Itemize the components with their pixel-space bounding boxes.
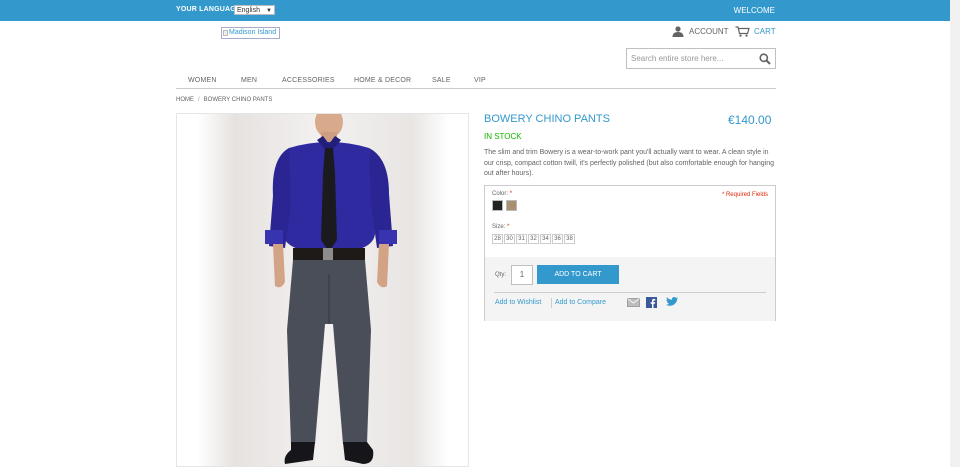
nav-item-vip[interactable]: VIP: [474, 77, 486, 84]
product-name: BOWERY CHINO PANTS: [484, 113, 610, 125]
required-fields-note: * Required Fields: [721, 192, 768, 198]
size-label: Size: *: [492, 224, 510, 230]
size-option-31[interactable]: 31: [516, 234, 527, 244]
color-swatch-black[interactable]: [492, 200, 503, 211]
email-icon[interactable]: [627, 298, 640, 307]
divider: [494, 292, 766, 293]
user-icon: [672, 26, 684, 37]
breadcrumb-current: BOWERY CHINO PANTS: [203, 97, 273, 103]
facebook-icon[interactable]: [646, 297, 657, 308]
breadcrumb-separator: /: [198, 97, 200, 103]
size-options: 28 30 31 32 34 36 38: [492, 234, 576, 244]
add-to-cart-button[interactable]: ADD TO CART: [537, 265, 619, 284]
cart-label: CART: [754, 27, 776, 36]
cart-link[interactable]: CART: [735, 26, 776, 37]
language-select[interactable]: English ▼: [234, 5, 275, 15]
twitter-icon[interactable]: [666, 297, 678, 307]
color-swatch-tan[interactable]: [506, 200, 517, 211]
product-description: The slim and trim Bowery is a wear-to-wo…: [484, 149, 775, 177]
nav-item-sale[interactable]: SALE: [432, 77, 451, 84]
welcome-message: WELCOME: [733, 6, 775, 15]
product-image[interactable]: [176, 113, 469, 467]
page-scrollbar[interactable]: [950, 0, 960, 467]
cart-icon: [735, 26, 750, 37]
language-selected: English: [237, 7, 260, 14]
nav-item-men[interactable]: MEN: [241, 77, 257, 84]
size-option-34[interactable]: 34: [540, 234, 551, 244]
chevron-down-icon: ▼: [266, 8, 272, 14]
add-to-wishlist-link[interactable]: Add to Wishlist: [495, 299, 541, 306]
size-option-30[interactable]: 30: [504, 234, 515, 244]
account-link[interactable]: ACCOUNT: [672, 26, 729, 37]
availability-status: IN STOCK: [484, 132, 522, 141]
color-label: Color: *: [492, 191, 513, 197]
logo-alt-text: Madison Island: [229, 29, 277, 36]
store-logo[interactable]: Madison Island: [221, 27, 280, 39]
search-input[interactable]: Search entire store here...: [626, 48, 776, 69]
breadcrumb-home[interactable]: HOME: [176, 97, 194, 103]
broken-image-icon: [223, 30, 228, 36]
qty-input[interactable]: 1: [511, 265, 533, 285]
top-bar: YOUR LANGUAGE English ▼ WELCOME: [0, 0, 950, 21]
add-to-cart-box: Qty: 1 ADD TO CART Add to Wishlist Add t…: [485, 257, 775, 321]
language-label: YOUR LANGUAGE: [176, 6, 241, 13]
search-placeholder: Search entire store here...: [631, 54, 724, 63]
account-label: ACCOUNT: [689, 27, 729, 36]
search-icon[interactable]: [759, 53, 771, 65]
size-option-38[interactable]: 38: [564, 234, 575, 244]
nav-item-women[interactable]: WOMEN: [188, 77, 217, 84]
nav-item-accessories[interactable]: ACCESSORIES: [282, 77, 335, 84]
product-price: €140.00: [728, 113, 772, 127]
size-option-28[interactable]: 28: [492, 234, 503, 244]
main-navigation: WOMEN MEN ACCESSORIES HOME & DECOR SALE …: [176, 74, 776, 89]
qty-label: Qty:: [495, 272, 507, 278]
product-options-panel: Color: * * Required Fields Size: * 28 30…: [484, 185, 776, 321]
product-photo: [197, 114, 449, 466]
nav-item-home-decor[interactable]: HOME & DECOR: [354, 77, 411, 84]
breadcrumb: HOME / BOWERY CHINO PANTS: [176, 97, 272, 103]
size-option-36[interactable]: 36: [552, 234, 563, 244]
size-option-32[interactable]: 32: [528, 234, 539, 244]
link-separator: [551, 298, 552, 308]
add-to-compare-link[interactable]: Add to Compare: [555, 299, 606, 306]
